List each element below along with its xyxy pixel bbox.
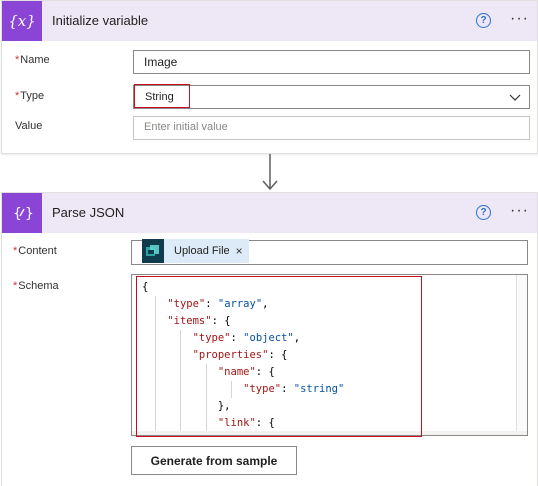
more-options-icon[interactable]: ···	[510, 203, 529, 219]
help-icon[interactable]: ?	[476, 205, 491, 220]
schema-line: "link": {	[217, 417, 275, 429]
help-icon[interactable]: ?	[476, 13, 491, 28]
content-label: *Content	[13, 245, 57, 257]
value-field[interactable]: Enter initial value	[133, 116, 530, 140]
schema-line: "type": "string"	[243, 383, 345, 395]
type-label: *Type	[15, 90, 45, 102]
name-label: *Name	[15, 54, 50, 66]
parse-json-header[interactable]: { } Parse JSON ? ···	[2, 193, 537, 233]
schema-label: *Schema	[13, 280, 59, 292]
value-label: Value	[15, 120, 43, 132]
file-upload-icon	[142, 239, 164, 263]
schema-horizontal-scrollbar[interactable]	[132, 431, 527, 435]
card-title: Parse JSON	[52, 205, 125, 220]
schema-line: "name": {	[217, 366, 275, 378]
schema-scrollbar[interactable]	[516, 275, 527, 435]
schema-line: {	[142, 281, 149, 293]
schema-editor[interactable]: { "type": "array", "items": { "type": "o…	[131, 274, 528, 436]
remove-token-icon[interactable]: ×	[236, 244, 249, 258]
dynamic-content-token[interactable]: Upload File ×	[142, 239, 249, 263]
generate-from-sample-button[interactable]: Generate from sample	[131, 446, 297, 475]
chevron-down-icon	[509, 94, 521, 101]
schema-line: "properties": {	[192, 349, 288, 361]
more-options-icon[interactable]: ···	[510, 11, 529, 27]
name-field[interactable]: Image	[133, 50, 530, 74]
parse-json-icon: { }	[2, 193, 42, 233]
variable-icon: {x}	[2, 1, 42, 41]
schema-line: "type": "array",	[167, 298, 269, 310]
initialize-variable-card: {x} Initialize variable ? ··· *Name Imag…	[1, 0, 538, 154]
type-value: String	[145, 91, 174, 103]
svg-text:}: }	[25, 206, 33, 222]
token-label: Upload File	[174, 245, 230, 257]
arrow-down-icon	[262, 154, 278, 191]
initialize-variable-header[interactable]: {x} Initialize variable ? ···	[2, 1, 537, 41]
type-dropdown[interactable]: String	[133, 85, 530, 109]
schema-line: "items": {	[167, 315, 231, 327]
schema-line: "type": "object",	[192, 332, 301, 344]
schema-code: { "type": "array", "items": { "type": "o…	[142, 279, 345, 435]
schema-line: },	[217, 400, 231, 412]
card-title: Initialize variable	[52, 13, 149, 28]
